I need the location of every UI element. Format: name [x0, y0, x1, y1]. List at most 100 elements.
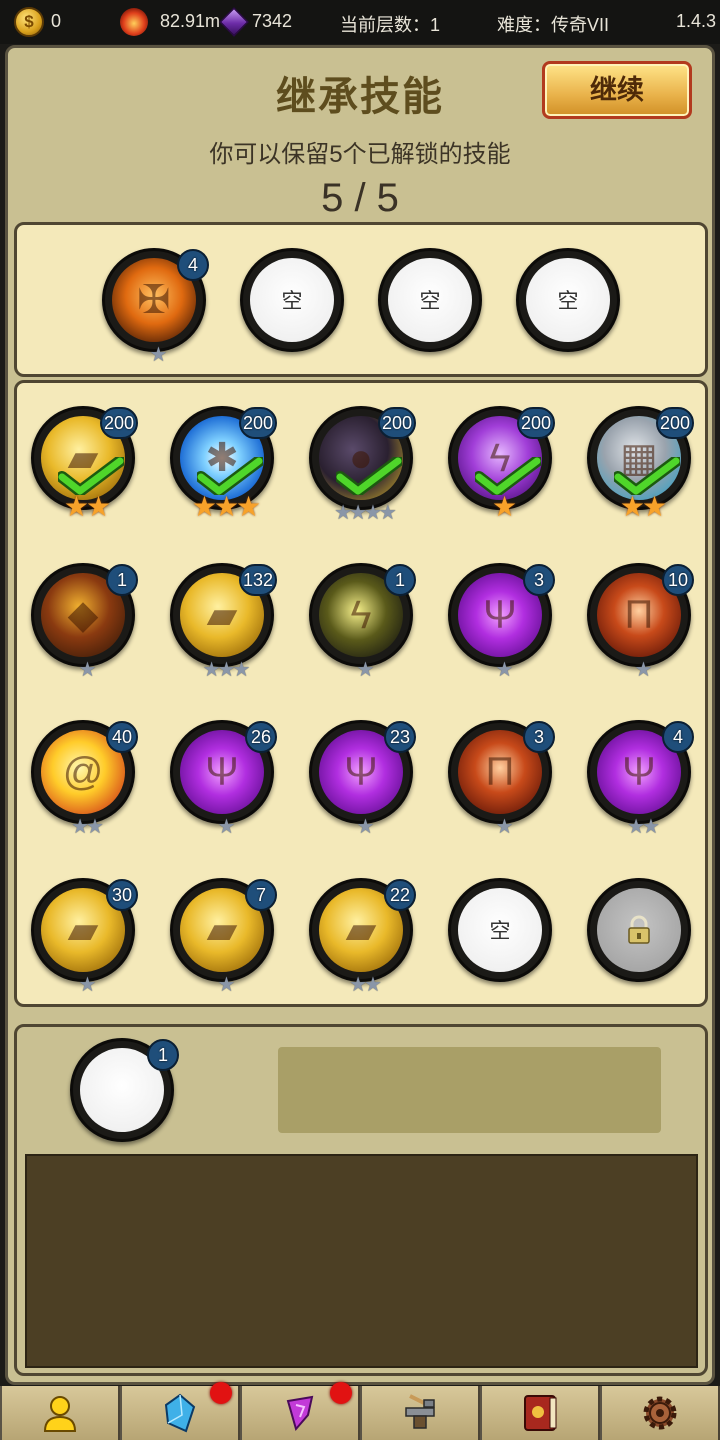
purple-gem-icon — [219, 7, 249, 37]
level-badge: 40 — [106, 721, 138, 753]
star-rating: ★★★ — [202, 659, 251, 681]
hero-icon — [40, 1393, 80, 1433]
skill-name-box — [278, 1047, 661, 1133]
nav-tab-hero[interactable] — [2, 1386, 120, 1440]
fire-essence-icon — [120, 8, 148, 36]
skill-slot-14[interactable]: Π 3 ★ — [448, 720, 555, 837]
star-rating: ★★ — [63, 491, 111, 522]
level-badge: 26 — [245, 721, 277, 753]
level-badge: 132 — [239, 564, 278, 596]
skill-slot-6[interactable]: ◆ 1 ★ — [31, 563, 138, 680]
star-rating: ★ — [491, 491, 517, 522]
difficulty-label: 难度：传奇VII — [497, 15, 610, 35]
star-rating: ★ — [78, 974, 97, 996]
anvil-forge-icon — [400, 1392, 440, 1434]
star-rating: ★★ — [349, 974, 382, 996]
star-rating: ★★ — [619, 491, 667, 522]
bottom-nav-bar — [0, 1382, 720, 1440]
skill-slot-2[interactable]: ✱ 200 ★★★ — [170, 406, 278, 521]
nav-tab-cog-settings[interactable] — [602, 1386, 720, 1440]
level-badge: 23 — [384, 721, 416, 753]
skill-slot-9[interactable]: Ψ 3 ★ — [448, 563, 555, 680]
current-floor: 当前层数：1 — [340, 15, 441, 35]
level-badge: 200 — [656, 407, 695, 439]
instruction-text: 你可以保留5个已解锁的技能 — [209, 141, 511, 168]
padlock-icon — [597, 888, 681, 972]
nav-tab-anvil-forge[interactable] — [362, 1386, 480, 1440]
top-resource-bar: $ 0 82.91m 7342 当前层数：1 难度：传奇VII 1.4.3 — [0, 0, 720, 44]
selected-skill-slot-1[interactable]: ✠ 4 ★ — [102, 248, 209, 365]
empty-slot-label: 空 — [458, 888, 542, 972]
star-rating: ★ — [356, 816, 375, 838]
level-badge: 1 — [384, 564, 416, 596]
nav-tab-purple-rune[interactable] — [242, 1382, 360, 1440]
crystal-icon — [162, 1393, 198, 1433]
star-rating: ★ — [217, 816, 236, 838]
selected-skill-slot-2[interactable]: 空 — [240, 248, 344, 352]
skill-description-box — [25, 1154, 698, 1368]
skill-slot-17[interactable]: ▰ 7 ★ — [170, 878, 277, 995]
purple-rune-icon — [282, 1393, 318, 1433]
skill-slot-20 — [587, 878, 691, 982]
star-rating: ★ — [78, 659, 97, 681]
level-badge: 4 — [662, 721, 694, 753]
empty-slot-label: 空 — [250, 258, 334, 342]
skill-slot-10[interactable]: Π 10 ★ — [587, 563, 694, 680]
star-rating: ★ — [217, 974, 236, 996]
selected-check-icon — [614, 457, 680, 495]
star-rating: ★ — [495, 659, 514, 681]
selected-skill-slot-3[interactable]: 空 — [378, 248, 482, 352]
skill-slot-3[interactable]: ● 200 ★★★★ — [309, 406, 417, 523]
star-rating: ★★★★ — [334, 502, 397, 524]
fire-amount: 82.91m — [160, 11, 221, 31]
detail-level-badge: 1 — [147, 1039, 179, 1071]
gold-amount: 0 — [51, 11, 62, 31]
spellbook-icon — [520, 1392, 560, 1434]
skill-slot-13[interactable]: Ψ 23 ★ — [309, 720, 416, 837]
selected-skill-slot-4[interactable]: 空 — [516, 248, 620, 352]
gold-coin-icon: $ — [14, 7, 44, 37]
selected-check-icon — [197, 457, 263, 495]
skill-slot-12[interactable]: Ψ 26 ★ — [170, 720, 277, 837]
level-badge: 1 — [106, 564, 138, 596]
skill-slot-1[interactable]: ▰ 200 ★★ — [31, 406, 139, 521]
skill-slot-11[interactable]: @40 ★★ — [31, 720, 138, 837]
selected-check-icon — [58, 457, 124, 495]
skill-slot-15[interactable]: Ψ 4 ★★ — [587, 720, 694, 837]
level-badge: 22 — [384, 879, 416, 911]
level-badge: 3 — [523, 564, 555, 596]
selected-check-icon — [336, 457, 402, 495]
continue-button[interactable]: 继续 — [542, 61, 692, 119]
star-rating: ★★ — [627, 816, 660, 838]
level-badge: 10 — [662, 564, 694, 596]
skill-slot-16[interactable]: ▰ 30 ★ — [31, 878, 138, 995]
level-badge: 200 — [239, 407, 278, 439]
detail-skill-slot: 1 — [70, 1038, 179, 1142]
level-badge: 30 — [106, 879, 138, 911]
skill-slot-4[interactable]: ϟ 200 ★ — [448, 406, 556, 521]
version-label: 1.4.3 — [676, 11, 717, 31]
skill-slot-8[interactable]: ϟ 1 ★ — [309, 563, 416, 680]
selected-check-icon — [475, 457, 541, 495]
skill-slot-18[interactable]: ▰ 22 ★★ — [309, 878, 416, 995]
star-rating: ★★★ — [191, 491, 261, 522]
star-rating: ★★ — [71, 816, 104, 838]
level-badge: 200 — [100, 407, 139, 439]
star-rating: ★ — [495, 816, 514, 838]
level-badge: 3 — [523, 721, 555, 753]
cog-settings-icon — [639, 1392, 681, 1434]
skill-slot-7[interactable]: ▰ 132 ★★★ — [170, 563, 278, 680]
empty-slot-label: 空 — [526, 258, 610, 342]
star-rating: ★ — [149, 344, 168, 366]
notification-dot — [210, 1382, 232, 1404]
skill-slot-19[interactable]: 空 — [448, 878, 552, 982]
gem-amount: 7342 — [252, 11, 293, 31]
nav-tab-spellbook[interactable] — [482, 1386, 600, 1440]
empty-slot-label: 空 — [388, 258, 472, 342]
nav-tab-crystal[interactable] — [122, 1382, 240, 1440]
skill-slot-5[interactable]: ▦ 200 ★★ — [587, 406, 695, 521]
selection-count: 5 / 5 — [321, 176, 399, 220]
level-badge: 200 — [517, 407, 556, 439]
level-badge: 7 — [245, 879, 277, 911]
star-rating: ★ — [356, 659, 375, 681]
